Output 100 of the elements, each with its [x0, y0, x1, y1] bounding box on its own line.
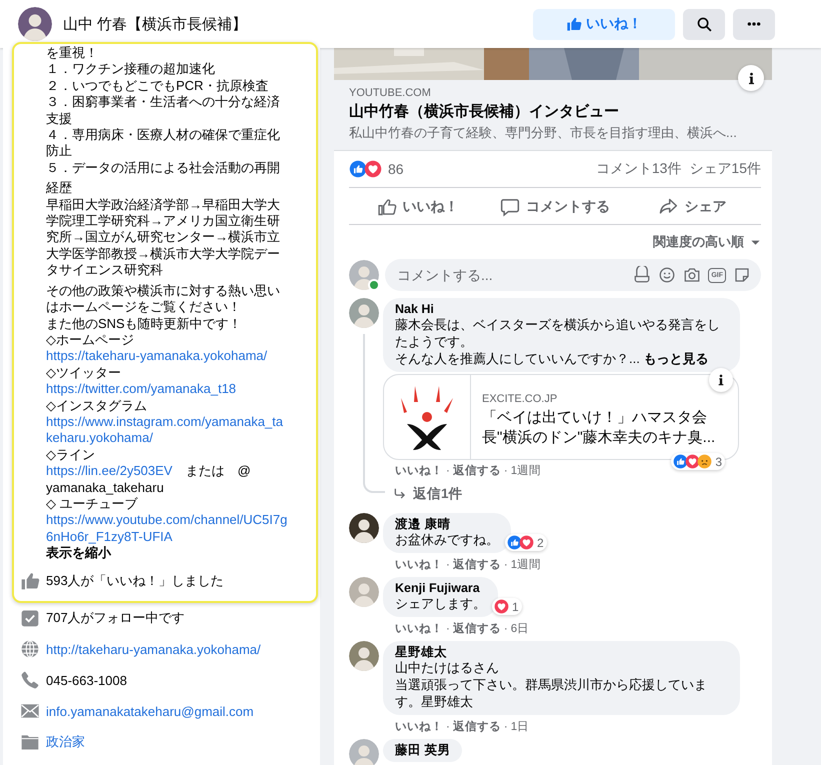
heart-reaction-icon — [364, 160, 382, 178]
info-text: 593人が「いいね！」しました — [46, 572, 224, 590]
search-button[interactable] — [683, 8, 725, 40]
comment-text: お盆休みですね。 — [395, 531, 499, 548]
link-source: YOUTUBE.COM — [349, 87, 432, 99]
about-text: 経歴 — [46, 180, 72, 196]
separator: · — [504, 720, 508, 734]
see-more-link[interactable]: もっと見る — [643, 351, 708, 366]
phone-icon — [20, 670, 40, 690]
separator: · — [504, 558, 508, 572]
like-link[interactable]: いいね！ — [395, 719, 443, 734]
link[interactable]: https://twitter.com/yamanaka_t18 — [46, 381, 236, 396]
comment-time[interactable]: 1週間 — [510, 464, 542, 478]
search-icon — [696, 16, 712, 32]
see-less-link[interactable]: 表示を縮小 — [46, 545, 111, 560]
thumbs-up-icon — [376, 197, 397, 217]
view-replies-button[interactable]: 返信1件 — [383, 485, 463, 503]
avatar-sticker-icon — [633, 266, 652, 284]
about-text: ◇インスタグラム — [46, 398, 147, 413]
link[interactable]: https://www.instagram.com/yamanaka_takeharu.yokohama/ — [46, 414, 288, 447]
separator: · — [446, 622, 450, 636]
reaction-count-badge[interactable]: 1 — [492, 598, 522, 615]
like-reaction-icon — [673, 454, 688, 469]
about-text: yamanaka_takeharu — [46, 480, 164, 495]
info-text: 045-663-1008 — [46, 672, 127, 688]
sad-reaction-icon — [697, 454, 712, 469]
link-preview[interactable]: YOUTUBE.COM 山中竹春（横浜市長候補）インタビュー 私山中竹春の子育て経験、専門分野、市長を目指す理由、横浜へ... — [334, 80, 772, 151]
comment-text: 山中たけはるさん — [395, 659, 500, 676]
reaction-count[interactable]: 86 — [388, 161, 404, 177]
link-title: 山中竹春（横浜市長候補）インタビュー — [349, 102, 620, 121]
avatar[interactable] — [18, 7, 52, 41]
link-title: 「ベイは出ていけ！」ハマスタ会長"横浜のドン"藤木幸夫のキナ臭... — [482, 408, 716, 448]
reaction-count-badge[interactable]: 2 — [505, 534, 547, 551]
link-source: EXCITE.CO.JP — [482, 393, 558, 405]
about-text: ◇ライン — [46, 446, 95, 462]
comment-author[interactable]: 藤田 英男 — [395, 743, 450, 757]
separator: · — [446, 558, 450, 572]
reply-link[interactable]: 返信する — [452, 557, 501, 572]
avatar[interactable] — [349, 513, 379, 543]
about-text: ２．いつでもどこでもPCR・抗原検査 — [46, 78, 268, 93]
like-button[interactable]: いいね！ — [349, 190, 486, 224]
comment-time[interactable]: 6日 — [510, 622, 530, 636]
about-text: ◇ホームページ — [46, 332, 134, 347]
share-count[interactable]: シェア15件 — [689, 160, 761, 178]
about-text: １．ワクチン接種の超加速化 — [46, 61, 215, 76]
separator: · — [446, 720, 450, 734]
about-text: ５．データの活用による社会活動の再開 — [46, 160, 280, 175]
share-button[interactable]: シェア — [624, 190, 761, 224]
comment-author[interactable]: 渡邉 康晴 — [395, 517, 499, 531]
about-text: ◇ツイッター — [46, 364, 121, 380]
comment-author[interactable]: Kenji Fujiwara — [395, 581, 486, 595]
page-title: 山中 竹春【横浜市長候補】 — [63, 14, 248, 34]
checkbox-icon — [20, 608, 40, 628]
link[interactable]: 政治家 — [46, 733, 85, 752]
about-text: 早稲田大学政治経済学部→早稲田大学大学院理工学研究科→アメリカ国立衛生研究所→国立がん研究センター→横浜市立大学医学部教授→横浜市大学大学院データサイエンス研究科 — [46, 196, 280, 278]
reply-link[interactable]: 返信する — [452, 463, 501, 478]
separator: · — [504, 622, 508, 636]
reaction-count-badge[interactable]: 3 — [671, 453, 725, 470]
link-description: 私山中竹春の子育て経験、専門分野、市長を目指す理由、横浜へ... — [349, 124, 738, 142]
separator: · — [504, 464, 508, 478]
sort-dropdown[interactable]: 関連度の高い順 — [653, 233, 761, 251]
reply-link[interactable]: 返信する — [452, 621, 501, 636]
heart-reaction-icon — [685, 454, 700, 469]
comment-count[interactable]: コメント13件 — [596, 160, 682, 178]
emoji-icon — [658, 266, 676, 284]
like-link[interactable]: いいね！ — [395, 463, 443, 478]
comment-text: 藤木会長は、ベイスターズを横浜から追いやる発言をしたようです。 — [395, 316, 721, 350]
reaction-count: 1 — [512, 600, 519, 614]
about-text: ４．専用病床・医療人材の確保で重症化防止 — [46, 127, 280, 158]
comment-author[interactable]: Nak Hi — [395, 302, 728, 316]
link[interactable]: https://takeharu-yamanaka.yokohama/ — [46, 348, 288, 365]
comment-button[interactable]: コメントする — [486, 190, 624, 224]
heart-reaction-icon — [494, 599, 509, 614]
link[interactable]: info.yamanakatakeharu@gmail.com — [46, 704, 254, 719]
comment-author[interactable]: 星野雄太 — [395, 645, 728, 659]
link[interactable]: https://www.youtube.com/channel/UC5I7g6nHo6r_F1zy8T-UFIA — [46, 512, 288, 546]
about-text: ◇ ユーチューブ — [46, 496, 138, 511]
like-link[interactable]: いいね！ — [395, 557, 443, 572]
heart-reaction-icon — [519, 535, 534, 550]
link[interactable]: https://lin.ee/2y503EV — [46, 463, 172, 478]
reply-arrow-icon — [393, 487, 407, 501]
thumbs-up-icon — [566, 16, 582, 32]
link[interactable]: http://takeharu-yamanaka.yokohama/ — [46, 642, 261, 657]
comment-time[interactable]: 1日 — [510, 720, 530, 734]
more-icon — [747, 22, 761, 26]
info-text: 707人がフォロー中です — [46, 609, 185, 628]
about-text: または @ — [184, 463, 251, 478]
like-link[interactable]: いいね！ — [395, 621, 443, 636]
speech-bubble-icon — [500, 197, 520, 217]
camera-icon — [683, 266, 702, 284]
like-reaction-icon — [349, 160, 367, 178]
like-page-button[interactable]: いいね！ — [533, 8, 675, 40]
separator: · — [446, 464, 450, 478]
about-text: その他の政策や横浜市に対する熱い思いはホームページをご覧ください！ — [46, 282, 280, 314]
about-text: を重視！ — [46, 45, 98, 60]
comment-time[interactable]: 1週間 — [510, 558, 542, 572]
reply-link[interactable]: 返信する — [452, 719, 501, 734]
more-button[interactable] — [733, 8, 775, 40]
about-text: また他のSNSも随時更新中です！ — [46, 316, 242, 330]
about-text: ３．困窮事業者・生活者への十分な経済支援 — [46, 94, 280, 126]
